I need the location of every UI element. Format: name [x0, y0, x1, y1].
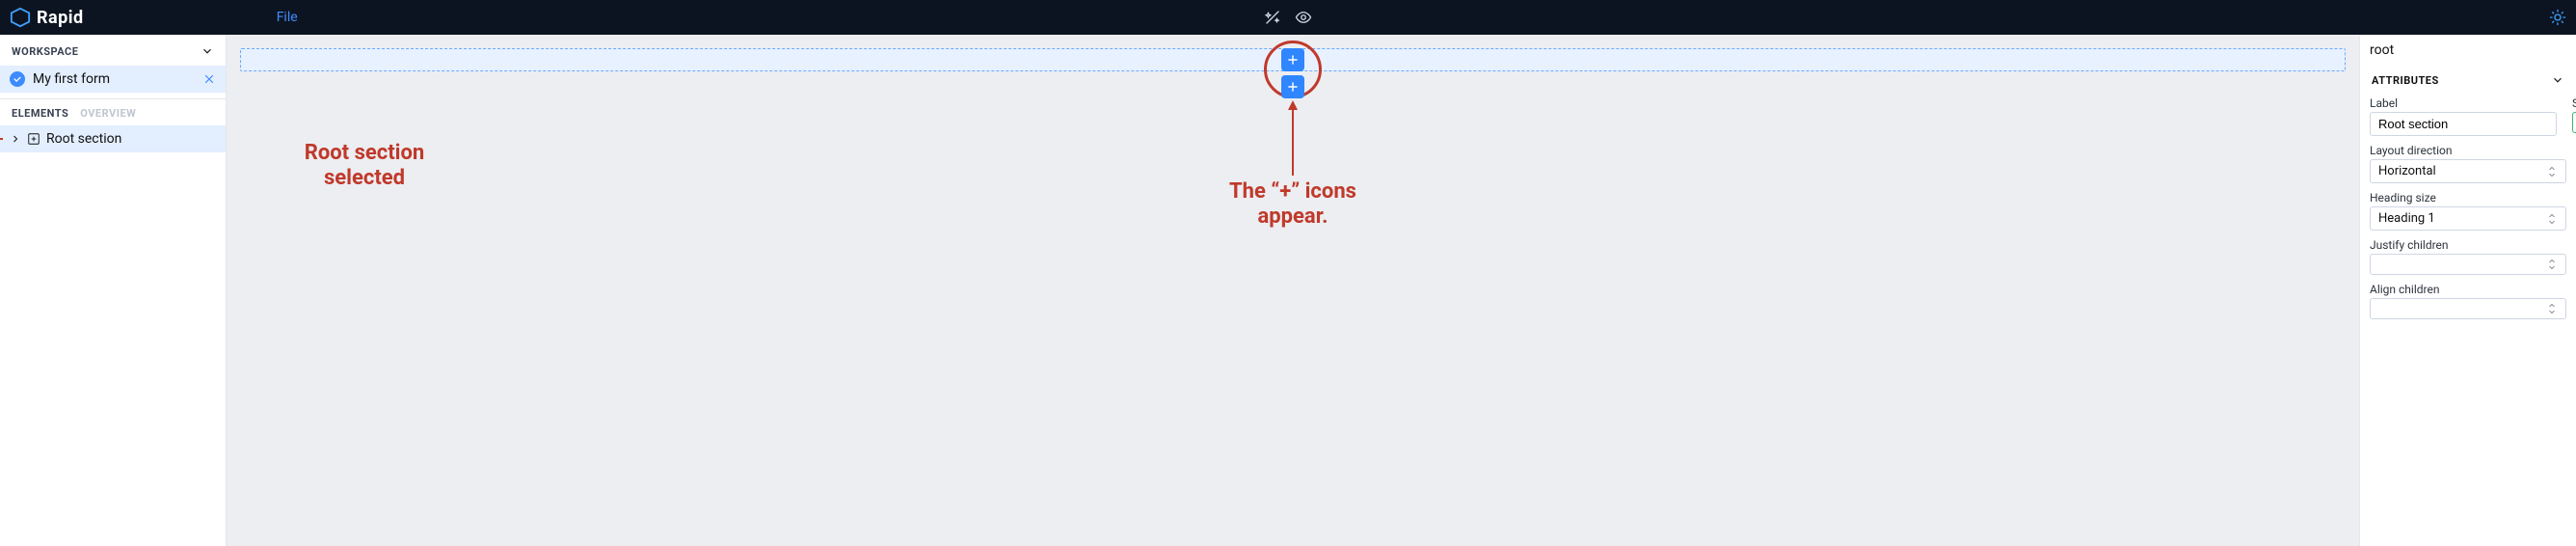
tab-elements[interactable]: ELEMENTS — [12, 107, 68, 120]
topbar-right — [2549, 9, 2566, 26]
layout-direction-value: Horizontal — [2378, 164, 2436, 178]
chevron-down-icon — [2551, 73, 2564, 87]
attributes-header[interactable]: ATTRIBUTES — [2370, 64, 2566, 93]
chevron-down-icon — [201, 44, 214, 58]
workspace-item[interactable]: My first form — [0, 66, 226, 93]
brand: Rapid — [10, 7, 84, 28]
app-topbar: Rapid File — [0, 0, 2576, 35]
attributes-header-label: ATTRIBUTES — [2372, 74, 2439, 87]
dropdown-icon — [2546, 303, 2558, 314]
label-input[interactable] — [2370, 112, 2557, 136]
show-label-toggle: Yes No — [2572, 112, 2576, 133]
left-panel: WORKSPACE My first form ELEMENTS OVERVIE… — [0, 35, 227, 546]
dropdown-icon — [2546, 213, 2558, 225]
add-inside-button[interactable] — [1281, 48, 1304, 71]
close-icon[interactable] — [202, 72, 216, 86]
justify-children-select[interactable] — [2370, 254, 2566, 275]
attr-justify-label: Justify children — [2370, 238, 2566, 252]
workspace-item-label: My first form — [33, 71, 110, 87]
file-menu[interactable]: File — [277, 10, 298, 25]
add-after-button[interactable] — [1281, 75, 1304, 98]
attr-layout-dir-label: Layout direction — [2370, 144, 2566, 157]
attr-label-label: Label — [2370, 96, 2557, 110]
align-children-select[interactable] — [2370, 298, 2566, 319]
main-area: WORKSPACE My first form ELEMENTS OVERVIE… — [0, 35, 2576, 546]
left-tabs: ELEMENTS OVERVIEW — [0, 98, 226, 125]
show-label-yes[interactable]: Yes — [2572, 112, 2576, 133]
tab-overview[interactable]: OVERVIEW — [80, 107, 136, 120]
attr-showlabel-label: Show label — [2572, 96, 2576, 110]
brand-name: Rapid — [37, 8, 84, 28]
eye-icon[interactable] — [1295, 9, 1312, 26]
heading-size-value: Heading 1 — [2378, 211, 2435, 226]
magic-wand-icon[interactable] — [1264, 9, 1281, 26]
annotation-root-selected: Root section selected — [244, 141, 485, 192]
canvas[interactable]: Root section selected The “+” icons appe… — [227, 35, 2359, 546]
right-panel: root ATTRIBUTES Label Show label Yes — [2359, 35, 2576, 546]
annotation-arrow-up — [1286, 100, 1300, 181]
plus-icon — [1286, 53, 1300, 67]
annotation-plus-appear: The “+” icons appear. — [1172, 179, 1413, 231]
topbar-center-tools — [1264, 9, 1312, 26]
dropdown-icon — [2546, 166, 2558, 177]
selection-title: root — [2370, 41, 2566, 60]
add-buttons-stack — [1281, 48, 1304, 98]
workspace-header[interactable]: WORKSPACE — [0, 35, 226, 64]
annotation-arrow-icon — [0, 132, 5, 146]
heading-size-select[interactable]: Heading 1 — [2370, 206, 2566, 231]
sun-icon[interactable] — [2549, 9, 2566, 26]
label-row: Label Show label Yes No — [2370, 96, 2566, 136]
check-circle-icon — [10, 71, 25, 87]
attr-align-label: Align children — [2370, 283, 2566, 296]
brand-logo-icon — [10, 7, 31, 28]
annotation-arrow-icon — [1286, 100, 1300, 177]
tree-item-root-section[interactable]: Root section — [0, 125, 226, 152]
layout-direction-select[interactable]: Horizontal — [2370, 159, 2566, 183]
workspace-header-label: WORKSPACE — [12, 45, 78, 58]
tree-item-label: Root section — [46, 131, 121, 147]
chevron-right-icon — [10, 133, 21, 145]
attr-heading-size-label: Heading size — [2370, 191, 2566, 205]
plus-icon — [1286, 80, 1300, 94]
section-icon — [27, 132, 40, 146]
dropdown-icon — [2546, 259, 2558, 270]
